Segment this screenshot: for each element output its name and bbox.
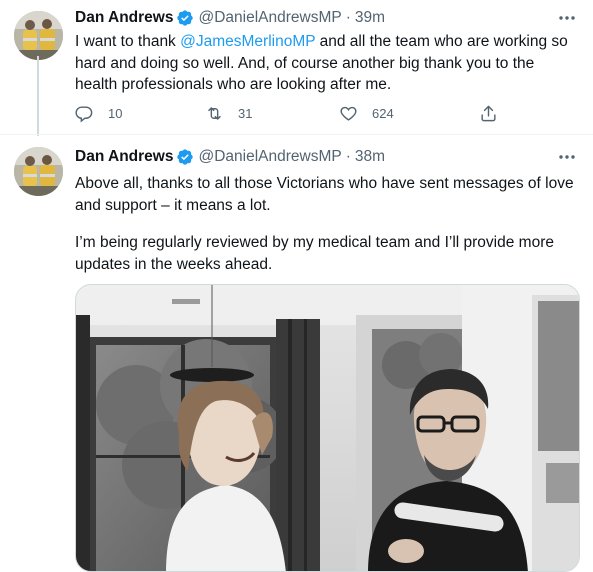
tweet-1[interactable]: Dan Andrews @DanielAndrewsMP · 39m I wan… bbox=[0, 0, 593, 136]
tweet-text-paragraph-1: Above all, thanks to all those Victorian… bbox=[75, 175, 574, 214]
author-name[interactable]: Dan Andrews bbox=[75, 146, 173, 168]
retweet-icon bbox=[208, 106, 221, 120]
separator-dot: · bbox=[345, 9, 351, 26]
share-button[interactable] bbox=[479, 102, 498, 124]
retweet-count: 31 bbox=[238, 105, 253, 121]
tweet-photo[interactable] bbox=[75, 284, 580, 572]
verified-badge-icon bbox=[177, 149, 194, 165]
more-icon[interactable] bbox=[557, 8, 577, 28]
share-icon bbox=[481, 105, 496, 121]
tweet-actions: 10 31 624 bbox=[75, 102, 515, 124]
verified-badge-icon bbox=[177, 10, 194, 26]
like-icon bbox=[340, 106, 357, 121]
tweet-text: I want to thank @JamesMerlinoMP and all … bbox=[75, 31, 575, 96]
separator-dot: · bbox=[345, 148, 351, 165]
author-avatar[interactable] bbox=[14, 11, 63, 60]
reply-count: 10 bbox=[108, 105, 123, 121]
author-handle[interactable]: @DanielAndrewsMP bbox=[198, 7, 341, 29]
more-icon[interactable] bbox=[557, 147, 577, 167]
tweet-header: Dan Andrews @DanielAndrewsMP · 39m bbox=[75, 7, 385, 29]
tweet-2[interactable]: Dan Andrews @DanielAndrewsMP · 38m Above… bbox=[0, 134, 593, 572]
reply-button[interactable]: 10 bbox=[75, 102, 122, 124]
thread-connector-line bbox=[37, 56, 39, 136]
tweet-text-start: I want to thank bbox=[75, 33, 181, 50]
like-button[interactable]: 624 bbox=[339, 102, 394, 124]
author-avatar[interactable] bbox=[14, 147, 63, 196]
retweet-button[interactable]: 31 bbox=[205, 102, 252, 124]
like-count: 624 bbox=[372, 105, 394, 121]
mention-link[interactable]: @JamesMerlinoMP bbox=[180, 33, 315, 50]
tweet-timestamp[interactable]: 39m bbox=[355, 7, 385, 29]
tweet-timestamp[interactable]: 38m bbox=[355, 146, 385, 168]
author-handle[interactable]: @DanielAndrewsMP bbox=[198, 146, 341, 168]
tweet-text-paragraph-2: I’m being regularly reviewed by my medic… bbox=[75, 234, 554, 273]
tweet-header: Dan Andrews @DanielAndrewsMP · 38m bbox=[75, 146, 385, 168]
photo-image bbox=[76, 285, 579, 571]
reply-icon bbox=[75, 105, 93, 122]
author-name[interactable]: Dan Andrews bbox=[75, 7, 173, 29]
